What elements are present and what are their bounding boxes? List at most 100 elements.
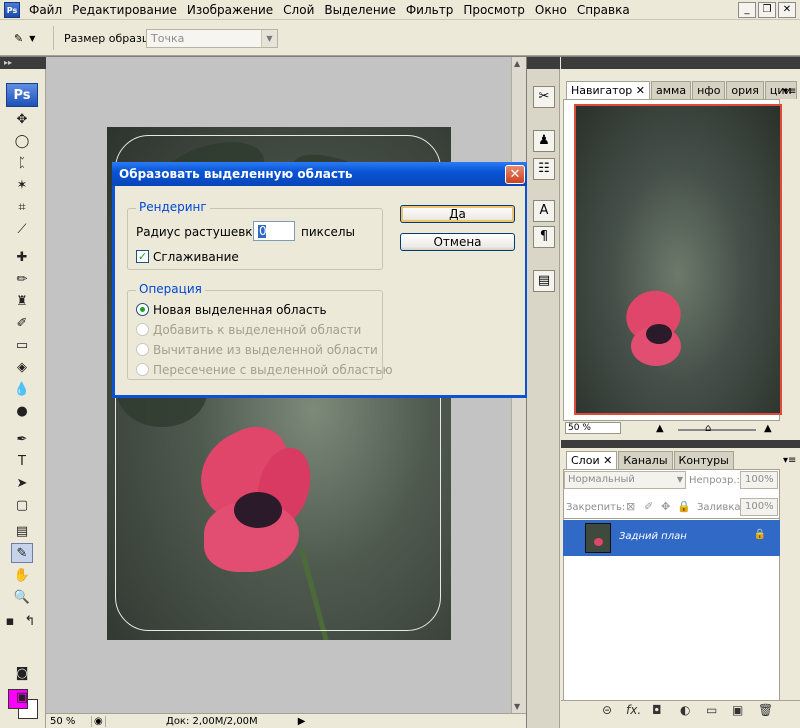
antialias-checkbox[interactable]: ✓ <box>136 250 149 263</box>
adjustment-layer-icon[interactable]: ◐ <box>680 703 690 717</box>
navigator-preview[interactable] <box>574 104 782 415</box>
radio-add-selection[interactable] <box>136 323 149 336</box>
menu-layer[interactable]: Слой <box>278 0 319 20</box>
lock-transparency-icon[interactable]: ⊠ <box>626 500 635 513</box>
lock-pixels-icon[interactable]: ✐ <box>644 500 653 513</box>
close-window-button[interactable]: ✕ <box>778 1 796 18</box>
quick-mask-icon[interactable]: ◙ <box>11 663 33 683</box>
slice-tool-icon[interactable]: ⟋ <box>11 219 33 239</box>
menu-filter[interactable]: Фильтр <box>401 0 458 20</box>
zoom-in-icon[interactable]: ▲ <box>764 423 772 434</box>
pen-tool-icon[interactable]: ✒ <box>11 429 33 449</box>
tab-history[interactable]: ория <box>726 81 764 99</box>
menu-select[interactable]: Выделение <box>319 0 400 20</box>
photoshop-logo[interactable]: Ps <box>6 83 38 107</box>
tab-paths[interactable]: Контуры <box>673 451 734 469</box>
brush-tool-icon[interactable]: ✏ <box>11 269 33 289</box>
fill-field[interactable]: 100% <box>740 498 778 516</box>
layer-style-icon[interactable]: fx. <box>626 703 641 717</box>
restore-button[interactable]: ❐ <box>758 1 776 18</box>
path-selection-tool-icon[interactable]: ➤ <box>11 473 33 493</box>
sample-size-select[interactable]: Точка ▼ <box>146 29 278 48</box>
menu-help[interactable]: Справка <box>572 0 635 20</box>
blur-tool-icon[interactable]: 💧 <box>11 379 33 399</box>
layer-mask-icon[interactable]: ◘ <box>652 703 662 717</box>
eyedropper-tool-icon[interactable]: ✎ <box>11 543 33 563</box>
clone-stamp-tool-icon[interactable]: ♜ <box>11 291 33 311</box>
type-tool-icon[interactable]: T <box>11 451 33 471</box>
paint-bucket-tool-icon[interactable]: ◈ <box>11 357 33 377</box>
dialog-close-icon[interactable]: ✕ <box>505 165 525 184</box>
feather-radius-input[interactable]: 0 <box>253 221 295 241</box>
tab-channels[interactable]: Каналы <box>618 451 673 469</box>
tool-presets-panel-icon[interactable]: ✂ <box>533 86 555 108</box>
tab-layers[interactable]: Слои ✕ <box>566 451 618 469</box>
menu-window[interactable]: Окно <box>530 0 572 20</box>
radio-subtract-selection[interactable] <box>136 343 149 356</box>
character-panel-icon[interactable]: A <box>533 200 555 222</box>
magic-wand-tool-icon[interactable]: ✶ <box>11 175 33 195</box>
status-menu-arrow-icon[interactable]: ▶ <box>298 716 306 727</box>
radio-intersect-selection[interactable] <box>136 363 149 376</box>
antialias-label: Сглаживание <box>153 250 239 264</box>
menu-edit[interactable]: Редактирование <box>67 0 182 20</box>
link-layers-icon[interactable]: ⊝ <box>602 703 612 717</box>
new-group-icon[interactable]: ▭ <box>706 703 717 717</box>
scroll-down-icon[interactable]: ▼ <box>514 702 520 711</box>
panel-grip[interactable] <box>561 57 800 69</box>
photoshop-app-icon[interactable]: Ps <box>4 1 20 18</box>
panel-menu-icon[interactable]: ▾≡ <box>783 86 796 97</box>
zoom-tool-icon[interactable]: 🔍 <box>11 587 33 607</box>
layer-row-background[interactable]: Задний план 🔒 <box>563 520 780 556</box>
paragraph-panel-icon[interactable]: ¶ <box>533 226 555 248</box>
tool-preset-picker[interactable]: ✎ ▼ <box>8 26 54 50</box>
marquee-tool-icon[interactable]: ◯ <box>11 131 33 151</box>
delete-layer-icon[interactable]: 🗑 <box>758 703 773 717</box>
zoom-level[interactable]: 50 % <box>46 715 92 727</box>
lock-position-icon[interactable]: ✥ <box>661 500 670 513</box>
navigator-zoom-field[interactable]: 50 % <box>565 422 621 434</box>
menu-file[interactable]: Файл <box>24 0 67 20</box>
screen-mode-icon[interactable]: ▣ <box>11 687 33 707</box>
tab-info[interactable]: нфо <box>692 81 726 99</box>
eraser-tool-icon[interactable]: ▭ <box>11 335 33 355</box>
layers-grip[interactable] <box>561 440 800 448</box>
feather-radius-label: Радиус растушевки: <box>136 225 265 239</box>
history-brush-tool-icon[interactable]: ✐ <box>11 313 33 333</box>
ok-button[interactable]: Да <box>400 205 515 223</box>
cancel-button[interactable]: Отмена <box>400 233 515 251</box>
lasso-tool-icon[interactable]: ᛈ <box>11 153 33 173</box>
tab-histogram[interactable]: амма <box>651 81 692 99</box>
sample-size-value: Точка <box>151 32 185 45</box>
status-icon[interactable]: ◉ <box>92 715 106 727</box>
blend-mode-select[interactable]: Нормальный ▼ <box>564 471 686 489</box>
crop-tool-icon[interactable]: ⌗ <box>11 197 33 217</box>
zoom-slider-thumb[interactable]: ⌂ <box>705 423 711 434</box>
dodge-tool-icon[interactable]: ● <box>11 401 33 421</box>
layer-comps-panel-icon[interactable]: ▤ <box>533 270 555 292</box>
menu-image[interactable]: Изображение <box>182 0 278 20</box>
new-layer-icon[interactable]: ▣ <box>732 703 743 717</box>
toolbox-grip[interactable]: ▸▸ <box>0 57 46 69</box>
healing-brush-tool-icon[interactable]: ✚ <box>11 247 33 267</box>
layers-menu-icon[interactable]: ▾≡ <box>783 455 796 466</box>
clone-source-panel-icon[interactable]: ♟ <box>533 130 555 152</box>
move-tool-icon[interactable]: ✥ <box>11 109 33 129</box>
lock-all-icon[interactable]: 🔒 <box>677 500 691 513</box>
default-colors-icon[interactable]: ▪ <box>2 611 18 631</box>
shape-tool-icon[interactable]: ▢ <box>11 495 33 515</box>
tab-navigator[interactable]: Навигатор ✕ <box>566 81 651 99</box>
minimize-button[interactable]: _ <box>738 1 756 18</box>
chevron-down-icon: ▼ <box>676 475 683 484</box>
notes-tool-icon[interactable]: ▤ <box>11 521 33 541</box>
zoom-slider[interactable] <box>678 429 756 431</box>
hand-tool-icon[interactable]: ✋ <box>11 565 33 585</box>
opacity-field[interactable]: 100% <box>740 471 778 489</box>
menu-view[interactable]: Просмотр <box>458 0 530 20</box>
zoom-out-icon[interactable]: ▲ <box>656 423 664 434</box>
brushes-panel-icon[interactable]: ☷ <box>533 158 555 180</box>
swap-colors-icon[interactable]: ↰ <box>22 611 38 631</box>
dock-grip[interactable] <box>527 57 560 69</box>
radio-new-selection[interactable] <box>136 303 149 316</box>
scroll-up-icon[interactable]: ▲ <box>514 59 520 68</box>
